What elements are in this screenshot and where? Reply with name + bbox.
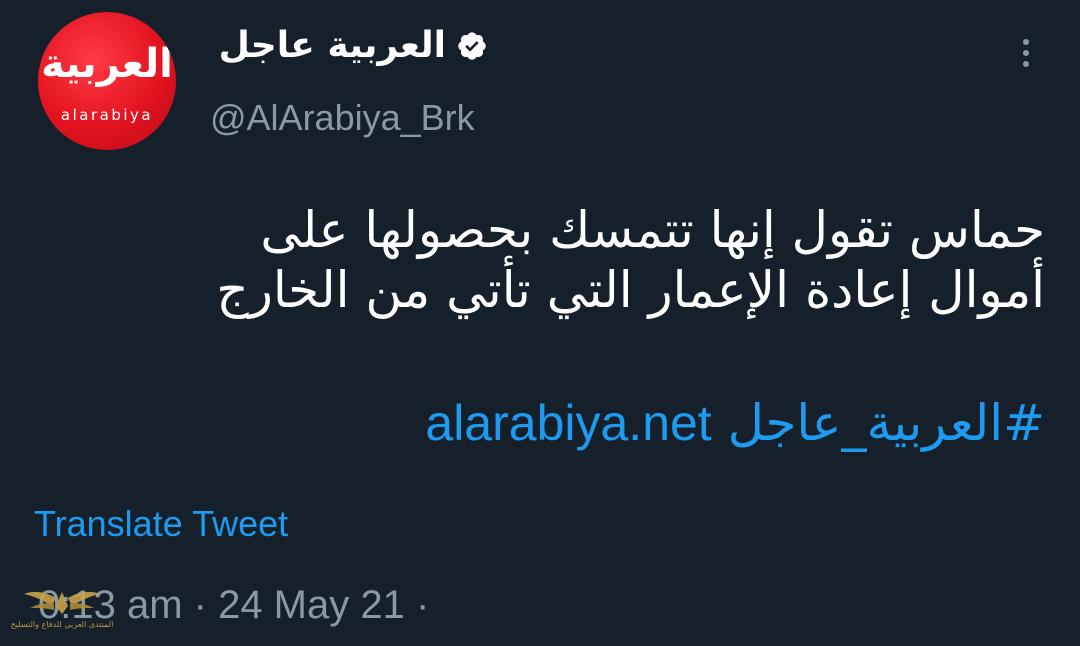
watermark-text: المنتدى العربي للدفاع والتسليح (10, 620, 114, 629)
verified-badge-icon (458, 32, 486, 60)
avatar-logo-english: alarabiya (60, 106, 154, 124)
wings-emblem-icon (24, 591, 100, 614)
avatar[interactable]: العربية alarabiya (38, 12, 176, 150)
avatar-logo-arabic: العربية (41, 41, 173, 87)
tweet-links: #العربية_عاجل alarabiya.net (100, 390, 1045, 456)
tweet-body: حماس تقول إنها تتمسك بحصولها على أموال إ… (100, 200, 1045, 320)
display-name[interactable]: العربية عاجل (219, 22, 446, 70)
translate-tweet-link[interactable]: Translate Tweet (34, 502, 288, 546)
display-name-row[interactable]: العربية عاجل (219, 22, 488, 70)
user-handle[interactable]: @AlArabiya_Brk (210, 94, 475, 142)
tweet-text-line: حماس تقول إنها تتمسك بحصولها على (260, 201, 1045, 259)
more-vertical-icon[interactable] (1014, 34, 1038, 74)
watermark: المنتدى العربي للدفاع والتسليح (2, 584, 122, 646)
website-link[interactable]: alarabiya.net (425, 395, 711, 451)
hashtag-link[interactable]: #العربية_عاجل (728, 394, 1045, 452)
tweet-text-line: أموال إعادة الإعمار التي تأتي من الخارج (216, 261, 1045, 319)
